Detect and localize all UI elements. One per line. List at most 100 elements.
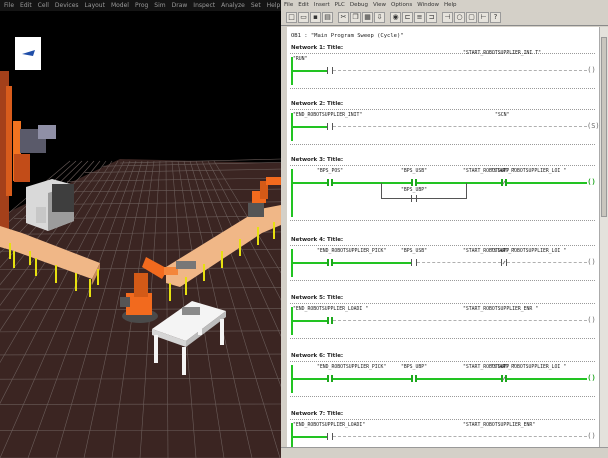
- network-header: Network 6: Title:: [291, 353, 344, 359]
- editor-menu-debug[interactable]: Debug: [350, 0, 368, 10]
- download-icon[interactable]: ⇩: [374, 12, 385, 23]
- sim-menu-model[interactable]: Model: [111, 0, 129, 11]
- rung-wire: [507, 182, 587, 184]
- network-6: Network 6: Title: "END_ROBOTSUPPLIER_PICK…: [287, 353, 599, 401]
- power-rail: [291, 169, 293, 217]
- robot-cell-3d-view[interactable]: [0, 11, 281, 458]
- network-4: Network 4: Title: "END_ROBOTSUPPLIER_PICK…: [287, 237, 599, 285]
- editor-menu-insert[interactable]: Insert: [314, 0, 330, 10]
- rung-wire: [417, 378, 501, 380]
- editor-menu-edit[interactable]: Edit: [298, 0, 309, 10]
- ladder-document[interactable]: OB1 : "Main Program Sweep (Cycle)" Netwo…: [287, 27, 599, 447]
- toolbar-separator: [334, 12, 337, 25]
- contact-label: "END_ROBOTSUPPLIER_PICK": [317, 365, 387, 370]
- rung-wire: [293, 320, 327, 322]
- network-header: Network 1: Title:: [291, 45, 344, 51]
- sim-menu-inspect[interactable]: Inspect: [193, 0, 215, 11]
- sim-menu-set[interactable]: Set: [251, 0, 261, 11]
- box-icon[interactable]: ▢: [466, 12, 477, 23]
- contact-label: "END_ROBOTSUPPLIER_LOADI": [293, 423, 366, 428]
- contact-label: "END_ROBOTSUPPLIER_INIT": [293, 113, 363, 118]
- editor-menu-file[interactable]: File: [284, 0, 293, 10]
- print-icon[interactable]: ▤: [322, 12, 333, 23]
- save-icon[interactable]: ▪: [310, 12, 321, 23]
- sim-menu-file[interactable]: File: [4, 0, 14, 11]
- copy-icon[interactable]: ❐: [350, 12, 361, 23]
- sim-menu-sim[interactable]: Sim: [154, 0, 165, 11]
- sim-menu-devices[interactable]: Devices: [55, 0, 79, 11]
- output-coil[interactable]: (S): [587, 122, 599, 131]
- output-coil[interactable]: (): [587, 374, 596, 383]
- editor-menu-plc[interactable]: PLC: [335, 0, 345, 10]
- scrollbar-thumb[interactable]: [601, 37, 607, 217]
- output-coil[interactable]: (): [587, 178, 596, 187]
- coil-label: "START_ROBOTSUPPLIER_ENR": [463, 423, 536, 428]
- rung-wire: [333, 126, 587, 127]
- toolbar-separator: [386, 12, 389, 25]
- coil-label: "START_ROBOTSUPP ": [463, 169, 515, 174]
- editor-menu-options[interactable]: Options: [391, 0, 412, 10]
- rung-wire: [293, 262, 327, 264]
- editor-menu-view[interactable]: View: [373, 0, 386, 10]
- sim-menu-prog[interactable]: Prog: [135, 0, 148, 11]
- editor-menubar: File Edit Insert PLC Debug View Options Window H…: [281, 0, 608, 10]
- help-icon[interactable]: ?: [490, 12, 501, 23]
- output-coil[interactable]: (): [587, 432, 596, 441]
- network-7: Network 7: Title: "END_ROBOTSUPPLIER_LOAD…: [287, 411, 599, 447]
- editor-menu-window[interactable]: Window: [417, 0, 439, 10]
- vertical-scrollbar[interactable]: [599, 27, 608, 447]
- rung-wire: [293, 436, 327, 438]
- rung-wire: [333, 378, 411, 380]
- sim-menu-analyze[interactable]: Analyze: [221, 0, 245, 11]
- output-coil[interactable]: (): [587, 316, 596, 325]
- coil-label: "START_ROBOTSUPP ": [463, 365, 515, 370]
- contact-label: "RUN": [293, 57, 308, 62]
- branch-icon[interactable]: ⊢: [478, 12, 489, 23]
- contact-label: "BPS_USB": [401, 249, 427, 254]
- robot-simulation-window: File Edit Cell Devices Layout Model Prog Sim Dra…: [0, 0, 281, 458]
- stl-icon[interactable]: ≡: [414, 12, 425, 23]
- rung-wire: [293, 70, 327, 72]
- sim-menu-help[interactable]: Help: [267, 0, 281, 11]
- editor-toolbar: □ ▭ ▪ ▤ ✂ ❐ ▦ ⇩ ◉ ⊏ ≡ ⊐ ⊣ ○ ▢ ⊢?: [281, 10, 608, 26]
- network-header: Network 2: Title:: [291, 101, 344, 107]
- contact-label: "BPS_USB": [401, 169, 427, 174]
- network-header: Network 5: Title:: [291, 295, 344, 301]
- new-icon[interactable]: □: [286, 12, 297, 23]
- ladder-icon[interactable]: ⊏: [402, 12, 413, 23]
- sim-menu-edit[interactable]: Edit: [20, 0, 32, 11]
- rung-wire: [507, 262, 587, 263]
- sim-menu-layout[interactable]: Layout: [85, 0, 105, 11]
- paste-icon[interactable]: ▦: [362, 12, 373, 23]
- rung-wire: [293, 378, 327, 380]
- monitor-icon[interactable]: ◉: [390, 12, 401, 23]
- output-coil[interactable]: (): [587, 66, 596, 75]
- coil-label: "START_ROBOTSUPPLIER_ENR ": [463, 307, 539, 312]
- rung-wire: [333, 320, 587, 321]
- cut-icon[interactable]: ✂: [338, 12, 349, 23]
- output-coil[interactable]: (): [587, 258, 596, 267]
- block-title: OB1 : "Main Program Sweep (Cycle)": [291, 33, 404, 39]
- open-icon[interactable]: ▭: [298, 12, 309, 23]
- fbd-icon[interactable]: ⊐: [426, 12, 437, 23]
- contact-icon[interactable]: ⊣: [442, 12, 453, 23]
- rung-wire: [507, 378, 587, 380]
- logo-panel: [15, 37, 41, 70]
- status-bar: [281, 447, 608, 458]
- rung-wire: [293, 126, 327, 128]
- sim-menu-cell[interactable]: Cell: [38, 0, 49, 11]
- network-header: Network 7: Title:: [291, 411, 344, 417]
- network-header: Network 4: Title:: [291, 237, 344, 243]
- simulation-menubar: File Edit Cell Devices Layout Model Prog Sim Dra…: [0, 0, 281, 11]
- contact-label: "BPS_POS": [317, 169, 343, 174]
- sim-menu-draw[interactable]: Draw: [172, 0, 188, 11]
- rung-wire: [293, 182, 327, 184]
- coil-icon[interactable]: ○: [454, 12, 465, 23]
- machine-station: [26, 179, 74, 231]
- network-header: Network 3: Title:: [291, 157, 344, 163]
- toolbar-separator: [438, 12, 441, 25]
- network-rung-area: [290, 53, 595, 89]
- editor-menu-help[interactable]: Help: [444, 0, 457, 10]
- branch-contact[interactable]: [411, 195, 417, 202]
- network-3: Network 3: Title: "BPS_POS" "BPS_USB" "STAR…: [287, 157, 599, 225]
